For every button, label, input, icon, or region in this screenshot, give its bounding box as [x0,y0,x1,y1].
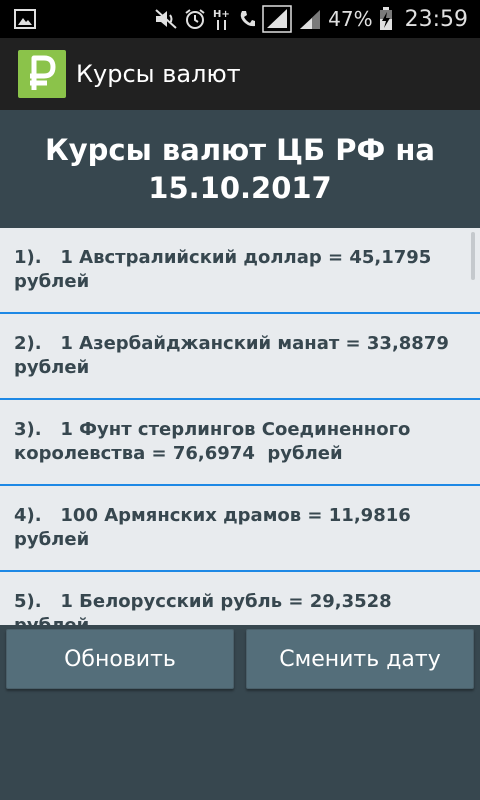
gallery-notification-icon [14,9,36,29]
action-buttons: Обновить Сменить дату [0,625,480,695]
rate-text: 2). 1 Азербайджанский манат = 33,8879 ру… [14,333,462,378]
battery-charging-icon [379,7,393,31]
rate-text: 1). 1 Австралийский доллар = 45,1795 руб… [14,247,444,292]
action-bar: Курсы валют [0,38,480,110]
signal-sim1-icon [262,5,292,33]
list-scrollbar[interactable] [471,232,475,280]
rate-text: 4). 100 Армянских драмов = 11,9816 рубле… [14,505,424,550]
app-title: Курсы валют [76,60,241,88]
rates-header: Курсы валют ЦБ РФ на 15.10.2017 [0,110,480,228]
mute-icon [154,8,178,30]
rates-title: Курсы валют ЦБ РФ на 15.10.2017 [25,131,455,207]
battery-percent: 47% [328,7,373,31]
network-type-icon: H+ [212,7,232,31]
rates-list[interactable]: 1). 1 Австралийский доллар = 45,1795 руб… [0,228,480,625]
rates-date: 15.10.2017 [148,171,332,205]
status-bar: H+ 47% 23:59 [0,0,480,38]
rate-list-item[interactable]: 4). 100 Армянских драмов = 11,9816 рубле… [0,486,480,572]
rate-list-item[interactable]: 3). 1 Фунт стерлингов Соединенного корол… [0,400,480,486]
rate-list-item[interactable]: 5). 1 Белорусский рубль = 29,3528 рублей [0,572,480,625]
rate-text: 3). 1 Фунт стерлингов Соединенного корол… [14,419,417,464]
signal-sim2-icon [298,8,322,30]
alarm-icon [184,8,206,30]
rate-list-item[interactable]: 1). 1 Австралийский доллар = 45,1795 руб… [0,228,480,314]
rates-title-line1: Курсы валют ЦБ РФ на [45,133,435,167]
clock: 23:59 [404,6,468,32]
phone-icon [238,9,256,29]
svg-text:H+: H+ [213,9,230,20]
ruble-logo-icon [18,50,66,98]
refresh-button[interactable]: Обновить [6,629,234,689]
change-date-button[interactable]: Сменить дату [246,629,474,689]
rate-text: 5). 1 Белорусский рубль = 29,3528 рублей [14,591,392,625]
rate-list-item[interactable]: 2). 1 Азербайджанский манат = 33,8879 ру… [0,314,480,400]
